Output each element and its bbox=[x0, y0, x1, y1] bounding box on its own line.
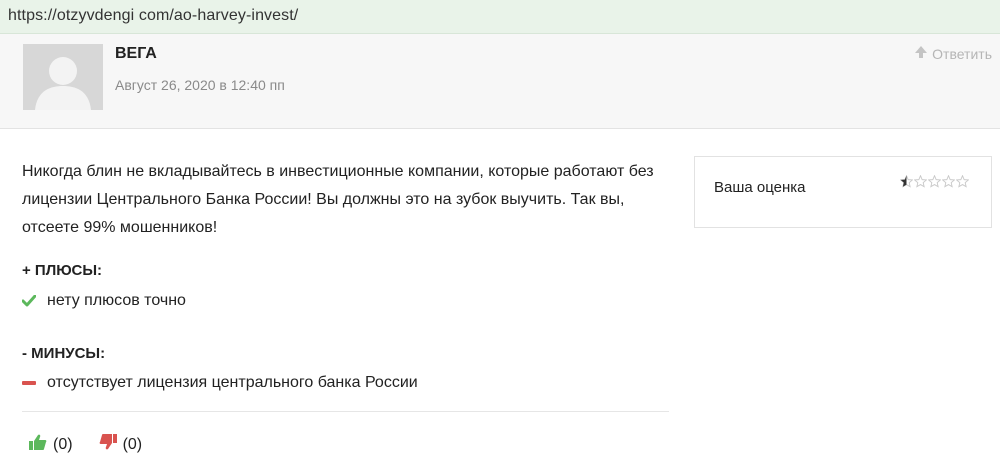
star-icon[interactable] bbox=[942, 175, 955, 188]
divider bbox=[22, 411, 669, 412]
comment-header: ВЕГА Август 26, 2020 в 12:40 пп Ответить bbox=[0, 34, 1000, 129]
checkmark-icon bbox=[22, 295, 36, 307]
like-count: (0) bbox=[53, 435, 73, 453]
address-bar[interactable]: https://otzyvdengi com/ao-harvey-invest/ bbox=[0, 0, 1000, 34]
avatar-placeholder-icon bbox=[23, 44, 103, 110]
star-rating[interactable] bbox=[900, 175, 969, 188]
up-arrow-icon bbox=[914, 45, 928, 62]
avatar bbox=[23, 44, 103, 110]
pros-title: + ПЛЮСЫ: bbox=[22, 262, 103, 279]
minus-icon bbox=[22, 380, 36, 386]
star-icon[interactable] bbox=[900, 175, 913, 188]
reply-button[interactable]: Ответить bbox=[914, 45, 992, 62]
rating-box: Ваша оценка bbox=[694, 156, 992, 228]
comment-date: Август 26, 2020 в 12:40 пп bbox=[115, 77, 285, 93]
vote-bar: (0) (0) bbox=[29, 434, 142, 455]
thumbs-up-icon bbox=[29, 434, 47, 455]
rating-label: Ваша оценка bbox=[714, 179, 806, 196]
cons-item-text: отсутствует лицензия центрального банка … bbox=[47, 374, 418, 391]
pros-item: нету плюсов точно bbox=[22, 292, 186, 310]
star-icon[interactable] bbox=[914, 175, 927, 188]
cons-title: - МИНУСЫ: bbox=[22, 345, 106, 362]
dislike-button[interactable]: (0) bbox=[99, 434, 143, 455]
pros-item-text: нету плюсов точно bbox=[47, 292, 186, 309]
dislike-count: (0) bbox=[122, 435, 143, 453]
reply-label: Ответить bbox=[932, 45, 992, 62]
url-text[interactable]: https://otzyvdengi com/ao-harvey-invest/ bbox=[8, 7, 298, 25]
comment-author[interactable]: ВЕГА bbox=[115, 45, 157, 63]
comment-text: Никогда блин не вкладывайтесь в инвестиц… bbox=[22, 163, 654, 236]
star-icon[interactable] bbox=[956, 175, 969, 188]
cons-item: отсутствует лицензия центрального банка … bbox=[22, 374, 418, 392]
thumbs-down-icon bbox=[99, 434, 117, 455]
like-button[interactable]: (0) bbox=[29, 434, 73, 455]
star-icon[interactable] bbox=[928, 175, 941, 188]
